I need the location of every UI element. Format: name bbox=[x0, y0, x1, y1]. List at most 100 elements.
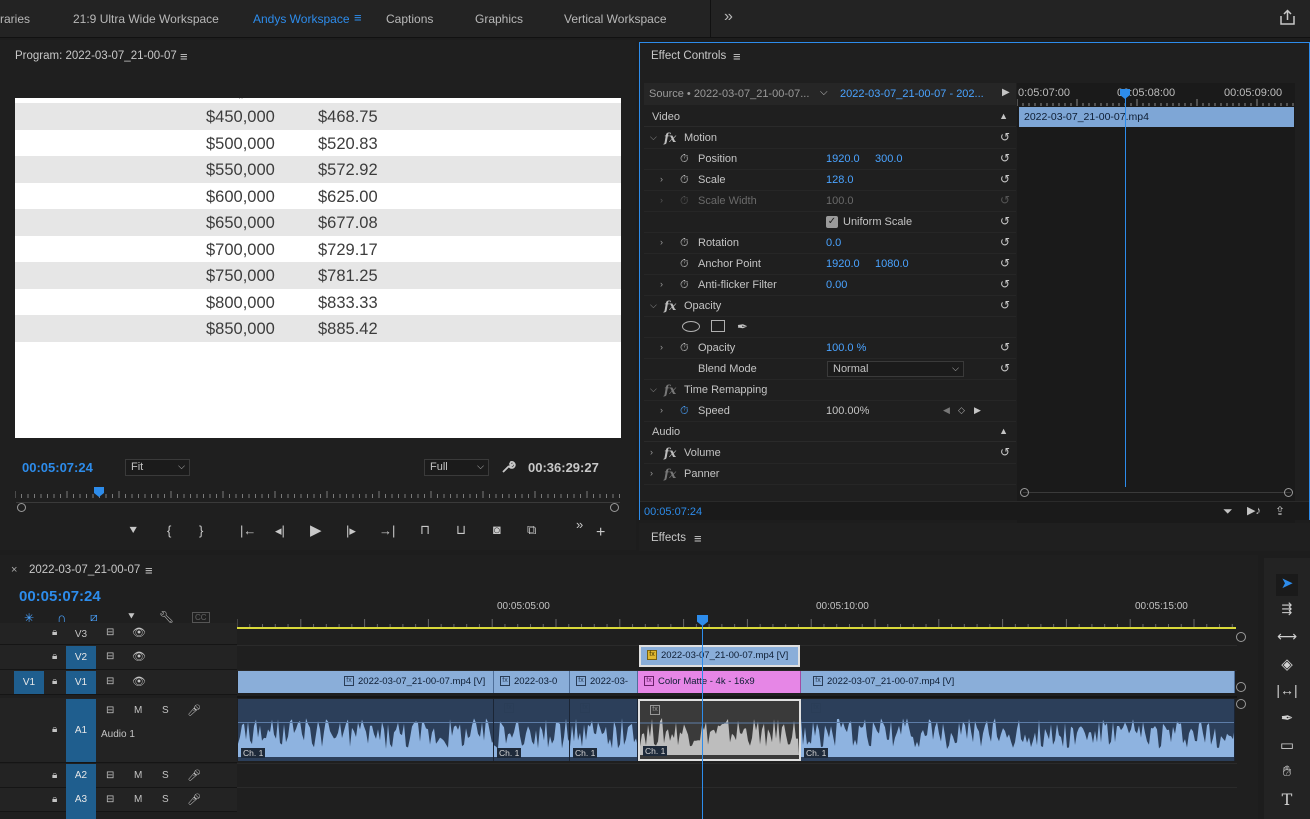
timeline-ruler[interactable] bbox=[237, 595, 1237, 629]
track-select-tool-icon[interactable]: ⇶ bbox=[1276, 601, 1298, 623]
audio-clip-selected[interactable]: fx Ch. 1 bbox=[638, 699, 801, 761]
blend-mode-select[interactable]: Normal ⌵ bbox=[827, 361, 964, 377]
rotation-value[interactable]: 0.0 bbox=[826, 237, 841, 249]
sequence-label[interactable]: 2022-03-07_21-00-07 - 202... bbox=[840, 88, 984, 100]
workspace-menu-icon[interactable]: ≡ bbox=[354, 10, 362, 25]
opacity-value[interactable]: 100.0 % bbox=[826, 342, 866, 354]
audio-clip[interactable]: fx Ch. 1 bbox=[494, 699, 570, 761]
zoom-bar[interactable] bbox=[16, 502, 620, 503]
pen-tool-icon[interactable]: ✒ bbox=[1276, 709, 1298, 731]
captions-icon[interactable]: CC bbox=[192, 612, 210, 623]
collapse-up-icon[interactable]: ▲ bbox=[999, 426, 1008, 436]
effects-title[interactable]: Effects bbox=[651, 532, 686, 544]
filter-icon[interactable]: ⏷ bbox=[1223, 504, 1233, 519]
speed-row[interactable]: › ⏱ Speed 100.00% ◀ ◇ ▶ bbox=[644, 401, 1016, 422]
microphone-icon[interactable]: 🎤︎ bbox=[187, 793, 201, 806]
anchor-row[interactable]: ⏱ Anchor Point 1920.0 1080.0 ↺ bbox=[644, 254, 1016, 275]
sync-lock-icon[interactable]: ⊟ bbox=[106, 651, 114, 662]
clip-v1-a[interactable]: fx 2022-03-07_21-00-07.mp4 [V] bbox=[238, 671, 494, 693]
eye-icon[interactable]: 👁︎ bbox=[132, 650, 146, 663]
next-keyframe-icon[interactable]: ▶ bbox=[974, 405, 981, 416]
go-to-out-icon[interactable]: →| bbox=[379, 523, 395, 538]
chevron-down-icon[interactable]: ⌵ bbox=[820, 87, 828, 98]
step-back-icon[interactable]: ◂| bbox=[275, 523, 285, 539]
play-audio-icon[interactable]: ▶♪ bbox=[1247, 504, 1261, 517]
close-icon[interactable]: × bbox=[11, 564, 17, 576]
audio-clip[interactable]: Ch. 1 bbox=[238, 699, 494, 761]
ripple-edit-tool-icon[interactable]: ⟷ bbox=[1276, 628, 1298, 650]
razor-tool-icon[interactable]: ◈ bbox=[1276, 655, 1298, 677]
mute-button[interactable]: M bbox=[134, 794, 142, 805]
overflow-icon[interactable]: » bbox=[724, 8, 733, 26]
ellipse-mask-icon[interactable] bbox=[682, 321, 700, 332]
prev-keyframe-icon[interactable]: ◀ bbox=[943, 405, 950, 416]
opacity-section-row[interactable]: ⌵ fx Opacity ↺ bbox=[644, 296, 1016, 317]
fit-select[interactable]: Fit ⌵ bbox=[125, 459, 190, 476]
timeline-timecode[interactable]: 00:05:07:24 bbox=[19, 588, 101, 605]
motion-row[interactable]: ⌵ fx Motion ↺ bbox=[644, 128, 1016, 149]
clip-v1-c[interactable]: fx 2022-03- bbox=[570, 671, 638, 693]
program-timecode[interactable]: 00:05:07:24 bbox=[22, 460, 93, 475]
clip-v2[interactable]: fx 2022-03-07_21-00-07.mp4 [V] bbox=[639, 645, 800, 667]
anchor-x[interactable]: 1920.0 bbox=[826, 258, 860, 270]
source-patch-v1[interactable]: V1 bbox=[14, 671, 44, 694]
add-keyframe-icon[interactable]: ◇ bbox=[958, 405, 965, 416]
mark-out-icon[interactable]: } bbox=[199, 523, 203, 538]
ec-clip-bar[interactable]: 2022-03-07_21-00-07.mp4 bbox=[1019, 107, 1294, 127]
rotation-row[interactable]: › ⏱ Rotation 0.0 ↺ bbox=[644, 233, 1016, 254]
lock-icon[interactable]: 🔒︎ bbox=[52, 627, 57, 638]
clip-v1-b[interactable]: fx 2022-03-0 bbox=[494, 671, 570, 693]
scale-value[interactable]: 128.0 bbox=[826, 174, 854, 186]
export-icon[interactable]: ⇪ bbox=[1275, 504, 1285, 518]
sync-lock-icon[interactable]: ⊟ bbox=[106, 770, 114, 781]
timeline-playhead-line[interactable] bbox=[702, 625, 703, 819]
selection-tool-icon[interactable]: ➤ bbox=[1276, 574, 1298, 596]
type-tool-icon[interactable]: T bbox=[1276, 790, 1298, 812]
program-scrubber[interactable] bbox=[15, 488, 621, 502]
sync-lock-icon[interactable]: ⊟ bbox=[106, 627, 114, 638]
ec-zoom-right[interactable] bbox=[1284, 488, 1293, 497]
share-icon[interactable] bbox=[1279, 9, 1296, 26]
panel-menu-icon[interactable]: ≡ bbox=[145, 563, 153, 578]
scroll-handle[interactable] bbox=[1236, 682, 1246, 692]
ec-zoom-bar[interactable] bbox=[1023, 492, 1291, 493]
lift-icon[interactable]: ⊓ bbox=[420, 522, 430, 538]
extract-icon[interactable]: ⊔ bbox=[456, 522, 466, 538]
workspace-tab-libraries[interactable]: raries bbox=[0, 12, 30, 26]
sequence-tab[interactable]: 2022-03-07_21-00-07 bbox=[29, 564, 140, 576]
program-frame[interactable]: ˆ $450,000$468.75 $500,000$520.83 $550,0… bbox=[15, 98, 621, 438]
scale-row[interactable]: › ⏱ Scale 128.0 ↺ bbox=[644, 170, 1016, 191]
lock-icon[interactable]: 🔒︎ bbox=[52, 651, 57, 662]
rectangle-mask-icon[interactable] bbox=[711, 320, 725, 332]
workspace-tab-andys[interactable]: Andys Workspace bbox=[253, 12, 350, 26]
lock-icon[interactable]: 🔒︎ bbox=[52, 770, 57, 781]
zoom-handle-left[interactable] bbox=[17, 503, 26, 512]
solo-button[interactable]: S bbox=[162, 770, 169, 781]
ec-timeline[interactable] bbox=[1017, 83, 1295, 523]
lock-icon[interactable]: 🔒︎ bbox=[52, 676, 57, 687]
microphone-icon[interactable]: 🎤︎ bbox=[187, 769, 201, 782]
mute-button[interactable]: M bbox=[134, 770, 142, 781]
add-button-icon[interactable]: + bbox=[596, 524, 605, 542]
scroll-handle[interactable] bbox=[1236, 699, 1246, 709]
eye-icon[interactable]: 👁︎ bbox=[132, 626, 146, 639]
position-row[interactable]: ⏱ Position 1920.0 300.0 ↺ bbox=[644, 149, 1016, 170]
add-marker-icon[interactable]: ⯆ bbox=[128, 523, 138, 539]
rectangle-tool-icon[interactable]: ▭ bbox=[1276, 736, 1298, 758]
panel-menu-icon[interactable]: ≡ bbox=[180, 49, 188, 64]
work-area-bar[interactable] bbox=[237, 627, 1236, 629]
workspace-tab-ultrawide[interactable]: 21:9 Ultra Wide Workspace bbox=[73, 12, 219, 26]
ec-zoom-left[interactable] bbox=[1020, 488, 1029, 497]
panner-row[interactable]: › fx Panner bbox=[644, 464, 1016, 485]
settings-wrench-icon[interactable]: 🔧︎ bbox=[159, 610, 174, 624]
sync-lock-icon[interactable]: ⊟ bbox=[106, 794, 114, 805]
play-only-audio-icon[interactable]: ▶ bbox=[1002, 87, 1010, 98]
opacity-row[interactable]: › ⏱ Opacity 100.0 % ↺ bbox=[644, 338, 1016, 359]
pen-mask-icon[interactable]: ✒ bbox=[737, 319, 748, 335]
workspace-tab-graphics[interactable]: Graphics bbox=[475, 12, 523, 26]
audio-clip[interactable]: fx Ch. 1 bbox=[801, 699, 1235, 761]
lock-icon[interactable]: 🔒︎ bbox=[52, 794, 57, 805]
more-controls-icon[interactable]: » bbox=[576, 517, 583, 532]
solo-button[interactable]: S bbox=[162, 705, 169, 716]
step-forward-icon[interactable]: |▸ bbox=[346, 523, 356, 539]
